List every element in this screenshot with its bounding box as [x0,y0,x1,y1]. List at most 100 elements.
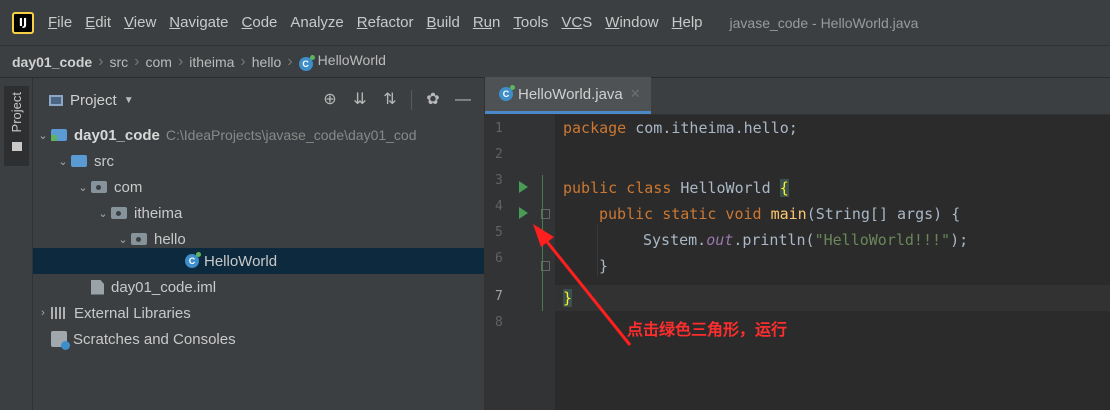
tree-path: C:\IdeaProjects\javase_code\day01_cod [165,127,417,143]
menu-navigate[interactable]: Navigate [169,14,228,31]
tab-helloworld-java[interactable]: C HelloWorld.java ✕ [485,77,651,114]
menu-run[interactable]: Run [473,14,501,31]
project-tab-label: Project [9,92,24,133]
menu-analyze[interactable]: Analyze [290,14,343,31]
module-file-icon [91,279,104,295]
chevron-right-icon: › [287,52,293,70]
breadcrumb-item-day01_code[interactable]: day01_code [12,54,92,70]
tree-item-helloworld[interactable]: C HelloWorld [33,248,484,274]
project-panel: Project ▼ ⊕ ⇊ ⇅ ✿ — ⌄ day01_code C:\Idea… [33,78,484,410]
run-main-icon[interactable] [519,207,528,219]
package-icon [111,207,127,219]
gear-icon[interactable]: ✿ [424,90,442,110]
editor-gutter: 1 2 3 4 5 6 7 8 [485,115,555,410]
tree-label: src [94,152,114,170]
scope-indicator [542,175,543,311]
target-icon[interactable]: ⊕ [321,90,339,110]
run-class-icon[interactable] [519,181,528,193]
code-line-1: package com.itheima.hello; [563,119,798,137]
expand-all-icon[interactable]: ⇊ [351,90,369,110]
tree-label: com [114,178,143,196]
package-icon [91,181,107,193]
source-folder-icon [71,155,87,167]
line-number: 5 [495,225,503,240]
menu-help[interactable]: Help [672,14,703,31]
menu-build[interactable]: Build [426,14,459,31]
project-toolbar: ⊕ ⇊ ⇅ ✿ — [309,90,472,110]
current-line-highlight [555,285,1110,311]
tree-item-itheima[interactable]: ⌄ itheima [33,200,484,226]
breadcrumb-item-com[interactable]: com [146,54,172,70]
code-area[interactable]: package com.itheima.hello; public class … [555,115,1110,410]
chevron-down-icon[interactable]: ⌄ [115,233,131,246]
code-line-5: System.out.println("HelloWorld!!!"); [643,231,969,249]
caret-down-icon[interactable]: ▼ [124,95,134,106]
line-number: 1 [495,121,503,136]
java-class-icon: C [298,55,315,71]
chevron-right-icon: › [240,52,246,70]
collapse-all-icon[interactable]: ⇅ [381,90,399,110]
project-view-selector[interactable]: Project [70,92,117,109]
module-folder-icon [51,129,67,141]
menu-view[interactable]: View [124,14,156,31]
menu-refactor[interactable]: Refactor [357,14,414,31]
chevron-down-icon[interactable]: ⌄ [55,155,71,168]
breadcrumb-item-hello[interactable]: hello [252,54,282,70]
indent-guide [597,225,598,277]
minimize-icon[interactable]: — [454,90,472,110]
java-class-icon: C [185,252,201,268]
package-icon [131,233,147,245]
scratches-icon [51,331,70,350]
chevron-down-icon[interactable]: ⌄ [35,129,51,142]
intellij-logo-icon: IJ [12,11,34,34]
chevron-down-icon[interactable]: ⌄ [75,181,91,194]
project-view-icon [49,94,63,106]
tree-label: itheima [134,204,183,222]
menu-code[interactable]: Code [242,14,278,31]
breadcrumb-item-itheima[interactable]: itheima [189,54,234,70]
tab-label: HelloWorld.java [518,85,623,103]
code-line-7: } [563,289,573,307]
tree-item-com[interactable]: ⌄ com [33,174,484,200]
menu-edit[interactable]: Edit [85,14,111,31]
tree-item-src[interactable]: ⌄ src [33,148,484,174]
toolbar-divider [411,90,412,110]
tree-label: day01_code.iml [111,278,217,296]
folder-icon [11,142,22,152]
tree-item-scratches[interactable]: Scratches and Consoles [33,326,484,352]
code-line-6: } [599,257,609,275]
tree-label: HelloWorld [204,252,278,270]
line-number: 7 [495,289,503,304]
tree-label: Scratches and Consoles [73,330,236,348]
menu-window[interactable]: Window [605,14,658,31]
chevron-down-icon[interactable]: ⌄ [95,207,111,220]
menu-vcs[interactable]: VCS [561,14,592,31]
chevron-right-icon[interactable]: › [35,307,51,319]
menu-file[interactable]: File [48,14,72,31]
tree-label: hello [154,230,186,248]
line-number: 6 [495,251,503,266]
window-title: javase_code - HelloWorld.java [729,14,919,31]
line-number: 8 [495,315,503,330]
menu-tools[interactable]: Tools [513,14,548,31]
editor-tab-bar: C HelloWorld.java ✕ [485,77,1110,115]
tool-window-strip: Project [0,78,33,410]
tree-item-external-libraries[interactable]: › External Libraries [33,300,484,326]
chevron-right-icon: › [98,52,104,70]
line-number: 2 [495,147,503,162]
breadcrumb-item-helloworld[interactable]: C HelloWorld [298,52,386,71]
code-line-4: public static void main(String[] args) { [599,205,961,223]
breadcrumb-item-src[interactable]: src [110,54,129,70]
tree-item-day01_code[interactable]: ⌄ day01_code C:\IdeaProjects\javase_code… [33,122,484,148]
project-panel-header: Project ▼ ⊕ ⇊ ⇅ ✿ — [33,78,484,122]
library-icon [51,307,67,319]
code-editor: C HelloWorld.java ✕ 1 2 3 4 5 6 7 8 pack… [484,77,1110,410]
close-icon[interactable]: ✕ [630,86,641,102]
java-class-icon: C [499,85,515,101]
tree-item-iml[interactable]: day01_code.iml [33,274,484,300]
line-number: 3 [495,173,503,188]
code-line-3: public class HelloWorld { [563,179,789,197]
chevron-right-icon: › [177,52,184,70]
project-tool-window-tab[interactable]: Project [4,86,29,166]
line-number: 4 [495,199,503,214]
